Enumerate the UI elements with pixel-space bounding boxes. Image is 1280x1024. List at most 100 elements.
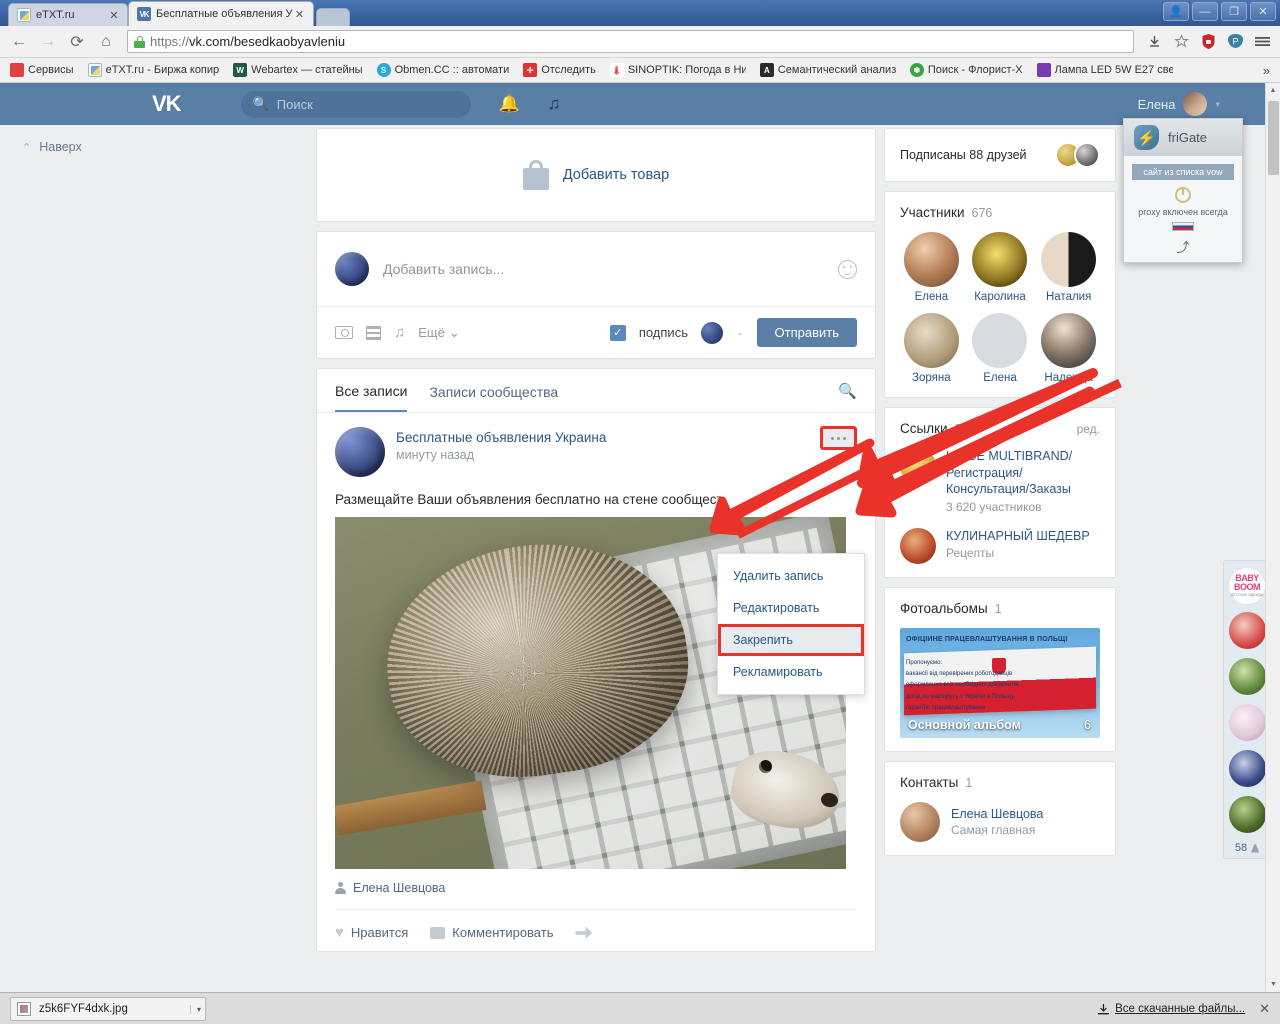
member-item[interactable]: Каролина [969,232,1032,303]
scroll-up-icon[interactable]: ▲ [1266,83,1280,98]
forward-icon[interactable]: → [35,30,61,54]
music-icon[interactable]: ♫ [548,94,561,114]
bookmark-item[interactable]: S Obmen.CC :: автомати [371,61,516,79]
power-icon[interactable] [1175,187,1191,203]
member-name: Надежда [1037,372,1100,384]
download-item[interactable]: z5k6FYF4dxk.jpg ▾ [10,997,206,1021]
album-thumbnail[interactable]: ОФІЦІЙНЕ ПРАЦЕВЛАШТУВАННЯ В ПОЛЬЩІ Пропо… [900,628,1100,738]
browser-tab-vk[interactable]: VK Бесплатные объявления У ✕ [128,1,314,26]
tab-all-posts[interactable]: Все записи [335,369,407,412]
search-icon[interactable]: 🔍 [838,382,857,400]
bookmark-item[interactable]: 🌡 SINOPTIK: Погода в Ни [604,61,752,79]
member-item[interactable]: Зоряна [900,313,963,384]
avatar[interactable] [1229,704,1266,741]
browser-tab-etxt[interactable]: eTXT.ru ✕ [8,3,128,26]
comment-button[interactable]: Комментировать [430,925,553,940]
back-icon[interactable]: ← [6,30,32,54]
home-icon[interactable]: ⌂ [93,30,119,54]
avatar [900,802,940,842]
close-button[interactable]: ✕ [1250,2,1276,21]
menu-item-promote-post[interactable]: Рекламировать [718,656,864,688]
download-icon[interactable] [1142,30,1166,54]
member-name: Елена [900,291,963,303]
add-product-button[interactable]: Добавить товар [317,129,875,221]
scroll-to-top-link[interactable]: ⌃ Наверх [22,140,316,154]
minimize-button[interactable]: — [1192,2,1218,21]
download-file-name: z5k6FYF4dxk.jpg [39,1003,182,1015]
arrow-icon[interactable]: ⤴ [1132,237,1234,256]
send-button[interactable]: Отправить [757,318,857,347]
vk-logo[interactable]: VK [152,91,181,117]
bookmark-item[interactable]: eTXT.ru - Биржа копир [82,61,226,79]
film-icon[interactable] [366,326,381,340]
address-bar[interactable]: https://vk.com/besedkaobyavleniu [127,30,1134,53]
frigate-site-badge: сайт из списка vow [1132,164,1234,180]
share-button[interactable] [575,927,592,939]
bell-icon[interactable]: 🔔 [499,94,520,114]
all-downloads-link[interactable]: Все скачанные файлы... [1098,1003,1245,1015]
bookmark-item[interactable]: ✾ Поиск - Флорист-X [904,61,1029,79]
avatar[interactable] [335,427,385,477]
signature-checkbox[interactable]: ✓ [610,325,626,341]
bookmark-apps[interactable]: Сервисы [4,61,80,79]
chevron-down-icon[interactable]: ▾ [1215,99,1220,110]
restore-button[interactable]: ❐ [1221,2,1247,21]
more-options-button[interactable]: Ещё ⌄ [418,325,460,341]
search-input[interactable]: 🔍 Поиск [241,91,471,118]
menu-item-edit-post[interactable]: Редактировать [718,592,864,624]
account-icon[interactable]: 👤 [1163,2,1189,21]
bookmark-item[interactable]: W Webartex — статейны [227,61,368,79]
post-more-dots-icon[interactable] [820,426,857,450]
bookmark-item[interactable]: ✢ Отследить [517,61,602,79]
close-icon[interactable]: ✕ [293,8,307,21]
member-item[interactable]: Елена [900,232,963,303]
main-column: Добавить товар Добавить запись... ♫ Ещё … [316,128,876,961]
avatar[interactable] [1229,750,1266,787]
menu-item-delete-post[interactable]: Удалить запись [718,560,864,592]
post-author[interactable]: Бесплатные объявления Украина [396,430,606,445]
member-item[interactable]: Елена [969,313,1032,384]
music-note-icon[interactable]: ♫ [394,324,405,341]
member-item[interactable]: Надежда [1037,313,1100,384]
star-icon[interactable] [1169,30,1193,54]
avatar [1041,313,1096,368]
close-icon[interactable]: ✕ [1259,1001,1270,1017]
pocket-icon[interactable]: P [1223,30,1247,54]
member-item[interactable]: Наталия [1037,232,1100,303]
avatar[interactable] [1229,796,1266,833]
subscribers-card[interactable]: Подписаны 88 друзей [884,128,1116,182]
links-edit-button[interactable]: ред. [1077,422,1100,436]
bookmark-label: Лампа LED 5W E27 свет [1055,64,1173,76]
link-item[interactable]: КУЛИНАРНЫЙ ШЕДЕВР Рецепты [900,528,1100,564]
new-tab-button[interactable] [316,8,350,26]
contact-item[interactable]: Елена Шевцова Самая главная [900,802,1100,842]
close-icon[interactable]: ✕ [107,9,121,22]
bookmark-item[interactable]: Лампа LED 5W E27 свет [1031,61,1179,79]
like-button[interactable]: ♥ Нравится [335,924,408,941]
smiley-icon[interactable] [838,260,857,279]
bookmark-item[interactable]: A Семантический анализ [754,61,902,79]
etxt-icon [88,63,102,77]
scrollbar-thumb[interactable] [1268,101,1279,175]
page-scrollbar[interactable]: ▲ ▼ [1265,83,1280,992]
avatar[interactable] [1229,612,1266,649]
user-menu[interactable]: Елена ▾ [1138,92,1220,116]
chevron-down-icon[interactable]: ▾ [190,1005,201,1014]
link-item[interactable]: UNICE MULTIBRAND/ Регистрация/ Консульта… [900,448,1100,514]
add-product-card[interactable]: Добавить товар [316,128,876,222]
avatar[interactable] [1229,658,1266,695]
bookmarks-overflow-icon[interactable]: » [1257,63,1276,78]
tab-community-posts[interactable]: Записи сообщества [429,370,558,411]
chevron-down-icon[interactable]: ⌄ [736,327,744,338]
menu-item-pin-post[interactable]: Закрепить [718,624,864,656]
composer-input-row[interactable]: Добавить запись... [317,232,875,306]
scroll-down-icon[interactable]: ▼ [1266,977,1280,992]
members-grid: Елена Каролина Наталия Зоряна [900,232,1100,384]
babyboom-logo[interactable]: BABY BOOM ДЕТСКАЯ ОДЕЖДА [1228,567,1266,605]
shield-icon[interactable] [1196,30,1220,54]
post-signature-name[interactable]: Елена Шевцова [353,881,445,895]
reload-icon[interactable]: ⟳ [64,30,90,54]
camera-icon[interactable] [335,326,353,339]
share-icon [575,927,592,939]
menu-icon[interactable] [1250,30,1274,54]
